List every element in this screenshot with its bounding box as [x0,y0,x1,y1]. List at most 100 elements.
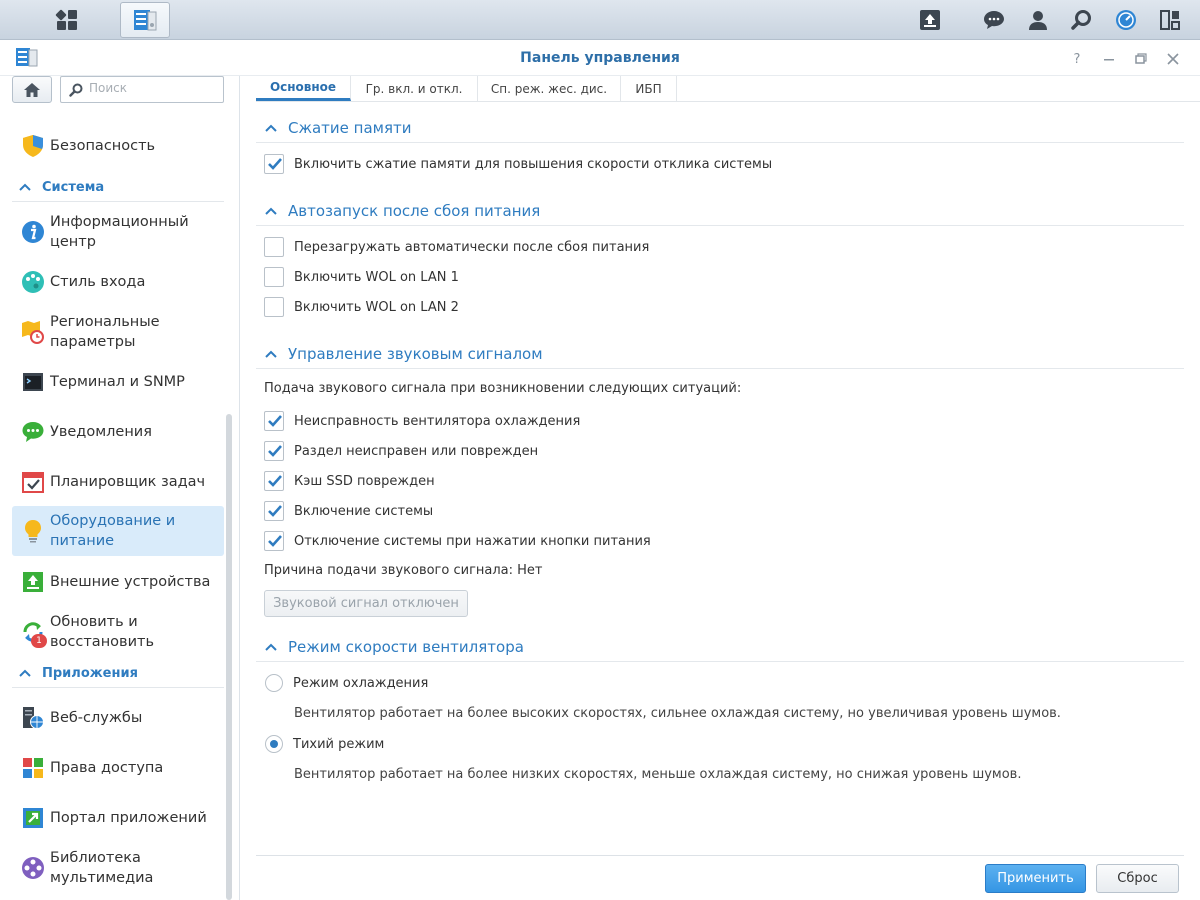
option-label: Включить WOL on LAN 1 [294,269,459,285]
sidebar-group-system[interactable]: Система [12,176,224,202]
sidebar-item-terminal[interactable]: Терминал и SNMP [12,368,224,396]
portal-icon [23,808,43,828]
resource-monitor-button[interactable] [1108,0,1144,40]
option-label: Отключение системы при нажатии кнопки пи… [294,533,651,549]
sidebar-item-web-services[interactable]: Веб-службы [12,704,224,732]
beep-fan-fail-option[interactable]: Неисправность вентилятора охлаждения [264,411,580,431]
privileges-icon [23,758,43,778]
sidebar-scrollbar[interactable] [226,414,232,900]
tab-ups[interactable]: ИБП [621,76,677,101]
beep-ssd-cache-checkbox[interactable] [264,471,284,491]
chevron-up-icon [265,643,277,651]
wol-lan1-option[interactable]: Включить WOL on LAN 1 [264,267,459,287]
user-icon [1029,11,1047,30]
taskbar-control-panel[interactable] [120,2,170,38]
tab-hdd-hibernation[interactable]: Сп. реж. жес. дис. [478,76,621,101]
sidebar-search[interactable] [60,76,224,103]
beep-power-button-checkbox[interactable] [264,531,284,551]
main-menu-button[interactable] [42,2,92,38]
option-label: Включить WOL on LAN 2 [294,299,459,315]
section-title: Сжатие памяти [288,119,412,137]
section-memory-compression[interactable]: Сжатие памяти [264,119,412,137]
sidebar-item-info-center[interactable]: Информационный центр [12,208,224,256]
widgets-button[interactable] [1152,0,1188,40]
option-label: Перезагружать автоматически после сбоя п… [294,239,650,255]
memory-compression-checkbox[interactable] [264,154,284,174]
sidebar-item-media-library[interactable]: Библиотека мультимедиа [12,844,224,892]
sidebar-item-regional[interactable]: Региональные параметры [12,308,224,356]
fan-cool-mode-option[interactable]: Режим охлаждения [264,673,428,693]
search-input[interactable] [89,81,219,95]
window-title: Панель управления [520,50,680,66]
sidebar-item-hardware[interactable]: Оборудование и питание [12,506,224,556]
minimize-icon [1104,59,1114,61]
beep-fan-fail-checkbox[interactable] [264,411,284,431]
chevron-up-icon [19,669,31,677]
tab-power-schedule[interactable]: Гр. вкл. и откл. [351,76,478,101]
shield-icon [23,135,43,157]
sidebar-group-apps[interactable]: Приложения [12,662,224,688]
taskbar [0,0,1200,40]
section-title: Управление звуковым сигналом [288,345,543,363]
sidebar-item-security[interactable]: Безопасность [12,132,224,160]
beep-power-on-option[interactable]: Включение системы [264,501,433,521]
wol-lan1-checkbox[interactable] [264,267,284,287]
beep-ssd-cache-option[interactable]: Кэш SSD поврежден [264,471,435,491]
sidebar-item-privileges[interactable]: Права доступа [12,754,224,782]
section-divider [256,368,1184,369]
beep-power-button-option[interactable]: Отключение системы при нажатии кнопки пи… [264,531,651,551]
beep-volume-degraded-option[interactable]: Раздел неисправен или поврежден [264,441,538,461]
tab-general[interactable]: Основное [256,76,351,101]
sidebar-group-label: Приложения [42,666,138,681]
user-button[interactable] [1020,0,1056,40]
beep-volume-degraded-checkbox[interactable] [264,441,284,461]
minimize-button[interactable] [1098,48,1120,70]
sidebar-item-label: Планировщик задач [50,474,206,490]
beep-off-button[interactable]: Звуковой сигнал отключен [264,590,468,617]
maximize-button[interactable] [1130,48,1152,70]
section-power-recovery[interactable]: Автозапуск после сбоя питания [264,202,540,220]
home-button[interactable] [12,76,52,103]
upload-tray-button[interactable] [912,0,948,40]
reset-button[interactable]: Сброс [1096,864,1179,893]
beep-power-on-checkbox[interactable] [264,501,284,521]
chat-icon [984,11,1004,29]
search-icon [1071,10,1091,30]
upload-icon [920,10,940,30]
memory-compression-option[interactable]: Включить сжатие памяти для повышения ско… [264,154,772,174]
fan-quiet-mode-radio[interactable] [265,735,283,753]
help-icon: ? [1073,51,1081,67]
fan-cool-mode-description: Вентилятор работает на более высоких ско… [294,706,1061,721]
beep-intro-text: Подача звукового сигнала при возникновен… [264,381,742,396]
sidebar-item-label: Терминал и SNMP [50,374,185,390]
sidebar-item-external-devices[interactable]: Внешние устройства [12,568,224,596]
sidebar-item-login-style[interactable]: Стиль входа [12,268,224,296]
sidebar-item-app-portal[interactable]: Портал приложений [12,804,224,832]
auto-restart-checkbox[interactable] [264,237,284,257]
fan-quiet-mode-option[interactable]: Тихий режим [264,734,384,754]
help-button[interactable]: ? [1066,48,1088,70]
apply-button[interactable]: Применить [985,864,1086,893]
notification-icon [22,422,44,442]
chat-button[interactable] [976,0,1012,40]
sidebar-item-label: Внешние устройства [50,574,211,590]
close-button[interactable] [1162,48,1184,70]
sidebar-item-update-restore[interactable]: 1 Обновить и восстановить [12,608,224,656]
section-fan-speed[interactable]: Режим скорости вентилятора [264,638,524,656]
sidebar-item-label: Региональные параметры [50,314,160,350]
section-title: Режим скорости вентилятора [288,638,524,656]
search-button[interactable] [1064,0,1100,40]
section-beep-control[interactable]: Управление звуковым сигналом [264,345,543,363]
option-label: Включение системы [294,503,434,519]
sidebar-item-task-scheduler[interactable]: Планировщик задач [12,468,224,496]
grid-icon [55,9,77,30]
wol-lan2-option[interactable]: Включить WOL on LAN 2 [264,297,459,317]
sidebar-item-notifications[interactable]: Уведомления [12,418,224,446]
window-titlebar[interactable]: Панель управления ? [0,40,1200,76]
fan-quiet-mode-description: Вентилятор работает на более низких скор… [294,767,1022,782]
wol-lan2-checkbox[interactable] [264,297,284,317]
option-label: Режим охлаждения [293,675,429,691]
close-icon [1167,53,1179,65]
fan-cool-mode-radio[interactable] [265,674,283,692]
auto-restart-option[interactable]: Перезагружать автоматически после сбоя п… [264,237,649,257]
